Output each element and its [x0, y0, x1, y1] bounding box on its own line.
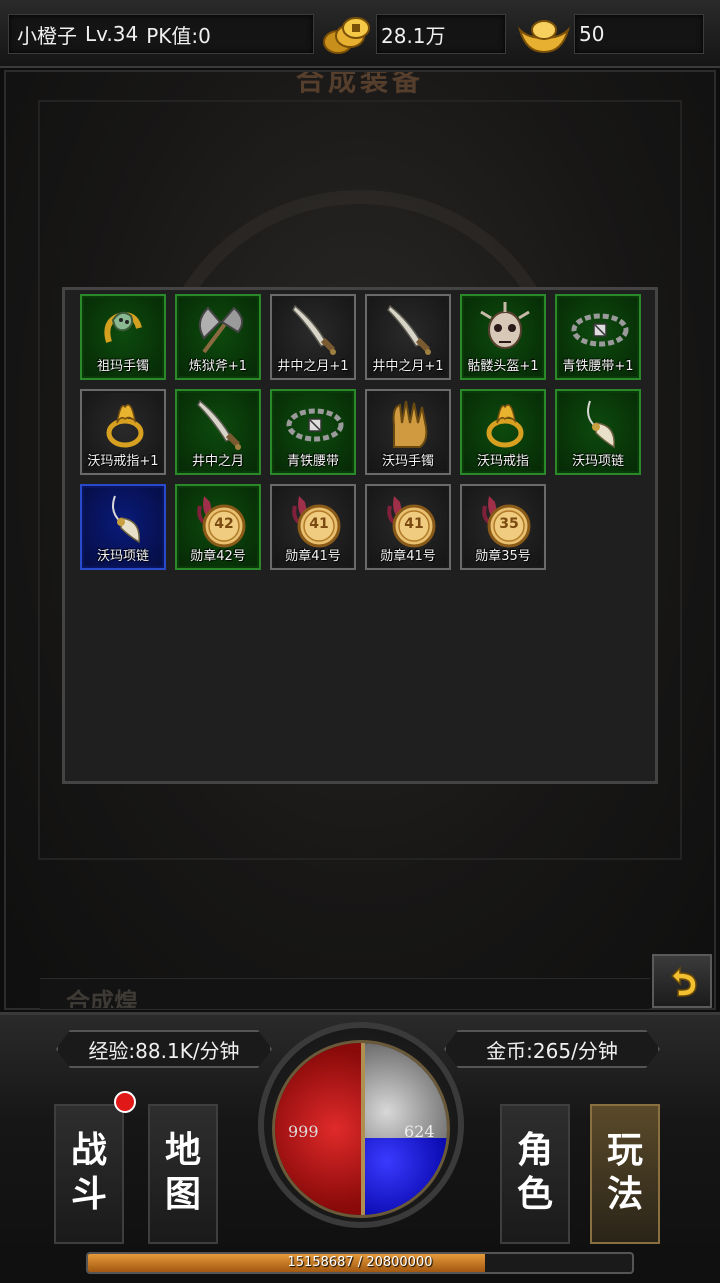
experience-text: 15158687 / 20800000	[287, 1255, 433, 1270]
ingot-amount: 50	[574, 14, 704, 54]
item-slot[interactable]: 35 勋章35号	[460, 484, 546, 570]
item-name: 井中之月+1	[372, 359, 444, 374]
gameplay-button[interactable]: 玩法	[590, 1104, 660, 1244]
item-name: 沃玛项链	[96, 549, 149, 564]
item-slot[interactable]: 沃玛戒指	[460, 389, 546, 475]
gold-coin-icon	[323, 17, 370, 54]
medal-number: 42	[214, 516, 234, 532]
medal-number: 35	[499, 516, 519, 532]
item-slot[interactable]: 井中之月+1	[365, 294, 451, 380]
item-slot[interactable]: 沃玛戒指+1	[80, 389, 166, 475]
map-button-label: 地图	[165, 1129, 202, 1215]
item-name: 青铁腰带	[286, 454, 339, 469]
item-name: 勋章41号	[285, 549, 341, 564]
item-slot[interactable]: 祖玛手镯	[80, 294, 166, 380]
item-name: 勋章41号	[380, 549, 436, 564]
top-status-bar: 小橙子 Lv.34 PK值:0 28.1万 50	[0, 0, 720, 68]
item-name: 骷髅头盔+1	[467, 359, 539, 374]
equipment-grid: 祖玛手镯 炼狱斧+1 井中之月+1 井中之月+1 骷髅头盔+1 青铁腰带+1 沃玛戒指+1 井…	[62, 287, 658, 784]
item-name: 沃玛项链	[571, 454, 624, 469]
panel-bottom-label: 合成煌	[66, 988, 138, 1008]
item-name: 祖玛手镯	[96, 359, 149, 374]
mp-fill	[361, 1137, 447, 1215]
gold-ingot-icon	[518, 20, 570, 54]
item-name: 勋章35号	[475, 549, 531, 564]
item-slot[interactable]: 井中之月	[175, 389, 261, 475]
item-slot[interactable]: 井中之月+1	[270, 294, 356, 380]
battle-button-label: 战斗	[71, 1129, 108, 1215]
return-arrow-icon	[670, 966, 697, 997]
exp-rate: 经验:88.1K/分钟	[56, 1030, 272, 1068]
role-button[interactable]: 角色	[500, 1104, 570, 1244]
return-button[interactable]	[652, 954, 712, 1008]
item-slot[interactable]: 青铁腰带+1	[555, 294, 641, 380]
hp-value: 999	[288, 1122, 319, 1141]
medal-number: 41	[404, 516, 424, 532]
experience-bar: 15158687 / 20800000	[86, 1252, 634, 1274]
item-slot[interactable]: 41 勋章41号	[270, 484, 356, 570]
battle-button[interactable]: 战斗	[54, 1104, 124, 1244]
notification-dot	[114, 1091, 136, 1113]
item-name: 青铁腰带+1	[562, 359, 634, 374]
role-button-label: 角色	[517, 1129, 554, 1215]
item-slot[interactable]: 沃玛手镯	[365, 389, 451, 475]
player-level: Lv.34	[85, 22, 139, 46]
item-slot[interactable]: 青铁腰带	[270, 389, 356, 475]
map-button[interactable]: 地图	[148, 1104, 218, 1244]
item-name: 沃玛手镯	[381, 454, 434, 469]
pk-value: PK值:0	[146, 23, 211, 48]
item-slot[interactable]: 41 勋章41号	[365, 484, 451, 570]
player-name: 小橙子	[17, 23, 77, 48]
orb-divider	[361, 1043, 365, 1215]
item-name: 井中之月+1	[277, 359, 349, 374]
item-name: 井中之月	[191, 454, 244, 469]
item-slot[interactable]: 42 勋章42号	[175, 484, 261, 570]
item-name: 炼狱斧+1	[188, 359, 248, 374]
item-name: 沃玛戒指	[476, 454, 529, 469]
item-slot[interactable]: 沃玛项链	[555, 389, 641, 475]
item-slot[interactable]: 沃玛项链	[80, 484, 166, 570]
item-name: 勋章42号	[190, 549, 246, 564]
panel-title: 合成装备	[295, 72, 424, 97]
player-info[interactable]: 小橙子 Lv.34 PK值:0	[8, 14, 314, 54]
gold-amount: 28.1万	[376, 14, 506, 54]
gameplay-button-label: 玩法	[607, 1129, 644, 1215]
mp-value: 624	[404, 1122, 435, 1141]
medal-number: 41	[309, 516, 329, 532]
item-slot[interactable]: 炼狱斧+1	[175, 294, 261, 380]
item-slot[interactable]: 骷髅头盔+1	[460, 294, 546, 380]
item-name: 沃玛戒指+1	[87, 454, 159, 469]
gold-rate: 金币:265/分钟	[444, 1030, 660, 1068]
